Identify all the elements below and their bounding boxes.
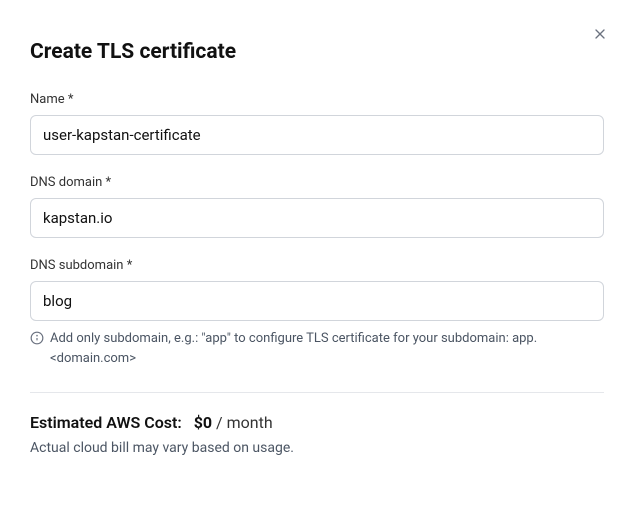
info-icon: [30, 331, 44, 345]
page-title: Create TLS certificate: [30, 40, 604, 64]
name-label: Name *: [30, 92, 604, 107]
cost-note: Actual cloud bill may vary based on usag…: [30, 440, 604, 456]
subdomain-helper: Add only subdomain, e.g.: "app" to confi…: [30, 329, 604, 368]
dns-subdomain-input[interactable]: [30, 281, 604, 321]
dns-subdomain-field-group: DNS subdomain * Add only subdomain, e.g.…: [30, 258, 604, 368]
name-input[interactable]: [30, 115, 604, 155]
close-icon: [592, 26, 608, 42]
close-button[interactable]: [590, 24, 610, 44]
dialog-container: Create TLS certificate Name * DNS domain…: [0, 0, 634, 486]
cost-unit: / month: [212, 413, 273, 432]
estimated-cost-row: Estimated AWS Cost: $0 / month: [30, 413, 604, 432]
subdomain-helper-text: Add only subdomain, e.g.: "app" to confi…: [50, 329, 604, 368]
cost-amount: $0: [194, 413, 212, 432]
dns-domain-field-group: DNS domain *: [30, 175, 604, 238]
cost-label: Estimated AWS Cost:: [30, 413, 182, 432]
dns-domain-label: DNS domain *: [30, 175, 604, 190]
name-field-group: Name *: [30, 92, 604, 155]
dns-domain-input[interactable]: [30, 198, 604, 238]
dns-subdomain-label: DNS subdomain *: [30, 258, 604, 273]
section-divider: [30, 392, 604, 393]
